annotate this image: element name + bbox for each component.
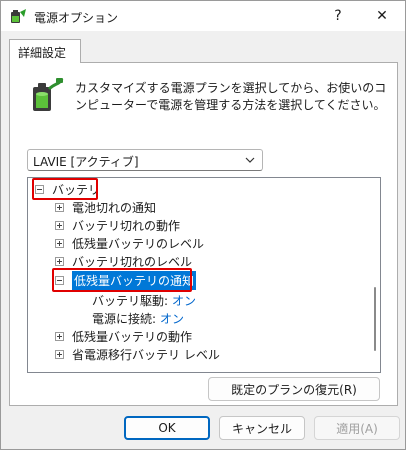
tree-node-label: 低残量バッテリのレベル	[72, 236, 205, 251]
expand-icon[interactable]	[55, 238, 64, 248]
scrollbar-thumb[interactable]	[374, 287, 376, 351]
expand-icon[interactable]	[55, 256, 64, 266]
tree-node-label: 省電源移行バッテリ レベル	[72, 347, 220, 362]
battery-power-icon	[33, 78, 64, 111]
tab-label: 詳細設定	[18, 46, 67, 60]
collapse-icon[interactable]	[55, 275, 64, 285]
chevron-down-icon	[245, 157, 255, 163]
tree-node-label: バッテリ	[52, 182, 101, 197]
advanced-settings-panel: カスタマイズする電源プランを選択してから、お使いのコンピューターで電源を管理する…	[9, 62, 398, 406]
tree-node-battery[interactable]: バッテリ	[35, 180, 100, 198]
tree-node-battery-action[interactable]: バッテリ切れの動作	[55, 216, 180, 234]
apply-button[interactable]: 適用(A)	[314, 416, 400, 440]
tree-node-label: 低残量バッテリの動作	[72, 329, 193, 344]
tree-scrollbar[interactable]	[371, 179, 379, 371]
tree-node-label: バッテリ切れの動作	[72, 218, 181, 233]
settings-tree[interactable]: バッテリ 電池切れの通知 バッテリ切れの動作 低残量バッテリのレベル バッテリ切…	[27, 177, 381, 373]
plan-description: カスタマイズする電源プランを選択してから、お使いのコンピューターで電源を管理する…	[75, 81, 387, 112]
window-title: 電源オプション	[34, 11, 119, 25]
setting-value-link[interactable]: オン	[172, 292, 196, 309]
title-bar: 電源オプション ? ✕	[1, 1, 405, 31]
tree-node-critical-battery-level[interactable]: バッテリ切れのレベル	[55, 252, 192, 270]
tab-advanced-settings[interactable]: 詳細設定	[9, 39, 81, 63]
collapse-icon[interactable]	[35, 184, 44, 194]
help-button[interactable]: ?	[315, 1, 361, 31]
setting-value-link[interactable]: オン	[160, 310, 184, 327]
setting-plugged-in[interactable]: 電源に接続: オン	[92, 309, 184, 327]
power-plan-dropdown[interactable]: LAVIE [アクティブ]	[27, 149, 263, 171]
tree-node-battery-notify[interactable]: 電池切れの通知	[55, 198, 156, 216]
tree-node-reserve-battery-level[interactable]: 省電源移行バッテリ レベル	[55, 345, 220, 363]
close-icon: ✕	[376, 8, 388, 24]
tree-node-label: 電池切れの通知	[72, 200, 157, 215]
ok-button[interactable]: OK	[124, 416, 210, 440]
setting-label: バッテリ駆動:	[92, 293, 169, 308]
tree-node-low-battery-level[interactable]: 低残量バッテリのレベル	[55, 234, 204, 252]
expand-icon[interactable]	[55, 331, 64, 341]
tree-node-low-battery-action[interactable]: 低残量バッテリの動作	[55, 327, 192, 345]
tree-node-label-selected: 低残量バッテリの通知	[72, 270, 197, 290]
tree-node-low-battery-notify[interactable]: 低残量バッテリの通知	[55, 270, 197, 290]
expand-icon[interactable]	[55, 349, 64, 359]
tree-node-label: バッテリ切れのレベル	[72, 254, 193, 269]
setting-on-battery[interactable]: バッテリ駆動: オン	[92, 291, 196, 309]
power-options-dialog: 電源オプション ? ✕ 詳細設定 カスタマイズする電源プランを選択してから、お使…	[0, 0, 406, 450]
close-button[interactable]: ✕	[359, 1, 405, 31]
restore-defaults-button[interactable]: 既定のプランの復元(R)	[208, 377, 380, 401]
setting-label: 電源に接続:	[92, 311, 157, 326]
help-icon: ?	[334, 8, 342, 24]
power-options-icon	[11, 9, 26, 23]
power-plan-selected: LAVIE [アクティブ]	[33, 155, 139, 169]
expand-icon[interactable]	[55, 220, 64, 230]
cancel-button[interactable]: キャンセル	[219, 416, 305, 440]
expand-icon[interactable]	[55, 202, 64, 212]
